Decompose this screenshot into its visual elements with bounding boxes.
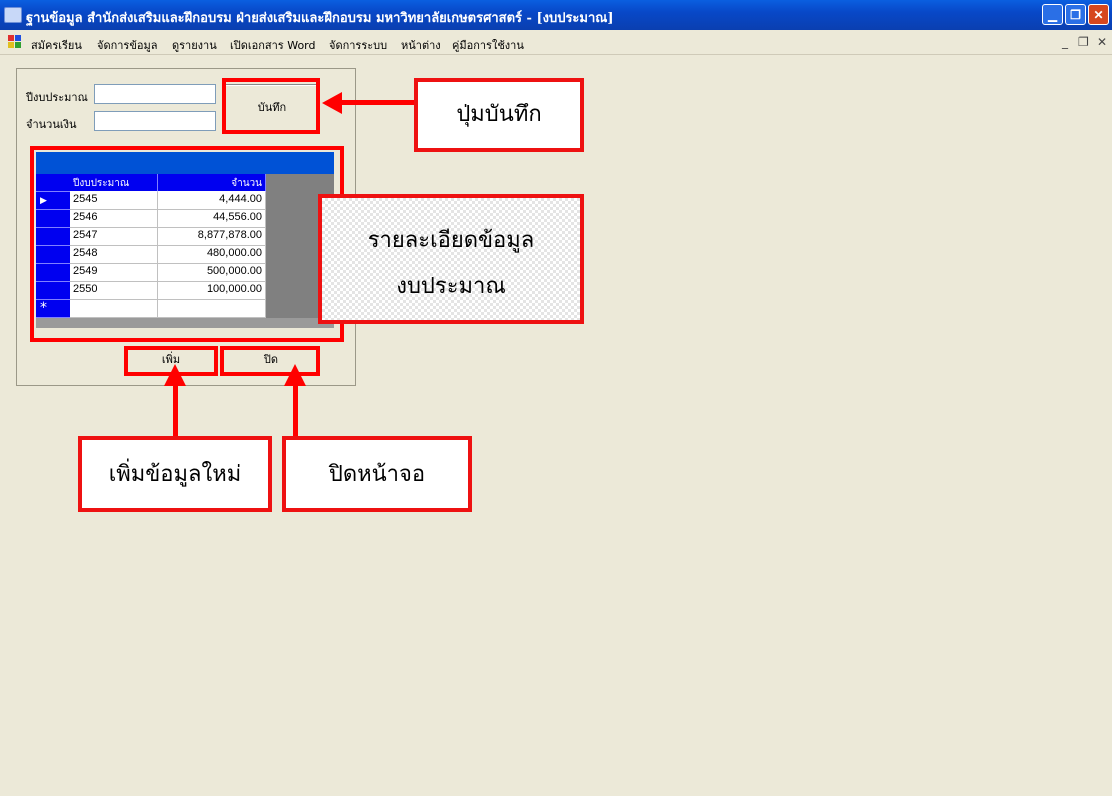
window-title: ฐานข้อมูล สำนักส่งเสริมและฝึกอบรม ฝ่ายส่… [26, 11, 614, 26]
close-window-button[interactable]: ✕ [1088, 4, 1109, 25]
menu-manage-data[interactable]: จัดการข้อมูล [97, 36, 157, 54]
mdi-close-button[interactable]: ✕ [1097, 35, 1107, 49]
maximize-button[interactable]: ❐ [1065, 4, 1086, 25]
menu-manual[interactable]: คู่มือการใช้งาน [452, 36, 524, 54]
minimize-button[interactable]: ▁ [1042, 4, 1063, 25]
add-callout: เพิ่มข้อมูลใหม่ [78, 436, 272, 512]
year-input[interactable] [94, 84, 216, 104]
detail-callout-line1: รายละเอียดข้อมูล [367, 228, 535, 253]
menu-system[interactable]: จัดการระบบ [329, 36, 387, 54]
menu-open-word[interactable]: เปิดเอกสาร Word [230, 36, 315, 54]
detail-callout-line2: งบประมาณ [396, 274, 506, 299]
save-arrow-line [338, 100, 414, 105]
mdi-restore-button[interactable]: ❐ [1078, 35, 1089, 49]
menu-window[interactable]: หน้าต่าง [401, 36, 441, 54]
save-callout: ปุ่มบันทึก [414, 78, 584, 152]
title-bar[interactable]: ฐานข้อมูล สำนักส่งเสริมและฝึกอบรม ฝ่ายส่… [0, 0, 1112, 30]
add-arrow-head [164, 364, 186, 386]
menu-bar: สมัครเรียน จัดการข้อมูล ดูรายงาน เปิดเอก… [0, 30, 1112, 55]
amount-label: จำนวนเงิน [26, 118, 77, 131]
close-callout: ปิดหน้าจอ [282, 436, 472, 512]
save-arrow-head [322, 92, 342, 114]
amount-input[interactable] [94, 111, 216, 131]
close-arrow-line [293, 384, 298, 438]
mdi-minimize-button[interactable]: _ [1062, 35, 1068, 49]
grid-highlight-box [30, 146, 344, 342]
menu-register[interactable]: สมัครเรียน [31, 36, 82, 54]
close-arrow-head [284, 364, 306, 386]
menu-view-report[interactable]: ดูรายงาน [172, 36, 217, 54]
app-icon[interactable] [4, 7, 22, 23]
year-label: ปีงบประมาณ [26, 91, 88, 104]
add-arrow-line [173, 384, 178, 438]
form-icon[interactable] [8, 35, 22, 48]
save-highlight-box [222, 78, 320, 134]
detail-callout: รายละเอียดข้อมูล งบประมาณ [318, 194, 584, 324]
